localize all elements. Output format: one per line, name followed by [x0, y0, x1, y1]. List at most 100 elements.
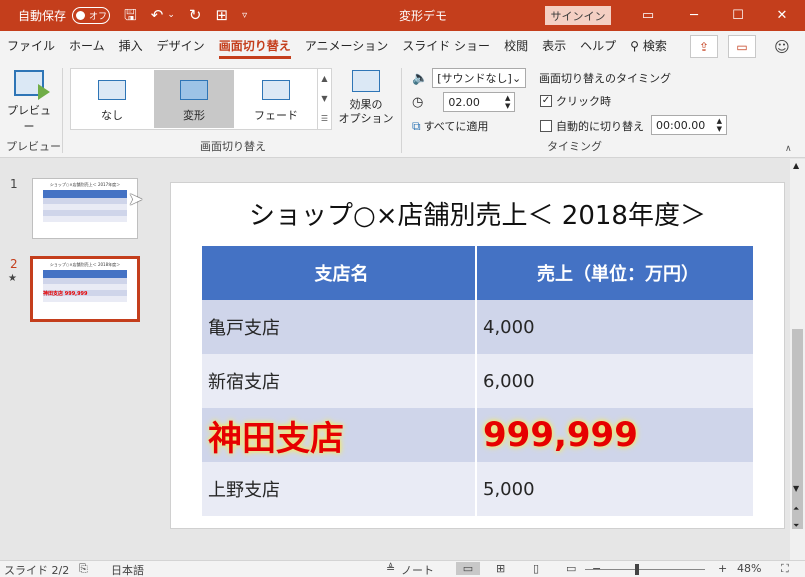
ribbon: プレビュー プレビュー なし 変形 フェード ▲ ▼ ☰ 効果の オプション 画…	[0, 62, 805, 158]
notes-icon[interactable]: ≜	[386, 562, 395, 575]
preview-group-label: プレビュー	[6, 140, 61, 153]
slide-number: 2	[10, 257, 18, 271]
duration-clock-icon: ◷	[412, 94, 424, 110]
table-header-row: 支店名 売上（単位：万円）	[202, 246, 753, 300]
apply-all-button[interactable]: ⧉ すべてに適用	[412, 118, 488, 134]
tab-search[interactable]: 検索	[641, 31, 674, 62]
scroll-down-icon[interactable]: ▼	[793, 484, 799, 493]
gallery-more-icon[interactable]: ☰	[317, 109, 331, 129]
preview-icon	[14, 70, 50, 100]
transition-fade-icon	[262, 80, 290, 100]
checkmark-icon: ✓	[540, 95, 552, 107]
status-bar: スライド 2/2 ⎘ 日本語 ≜ ノート ▭ ⊞ ▯ ▭ − + 48% ⛶	[0, 560, 805, 577]
table-row: 新宿支店 6,000	[202, 354, 753, 408]
maximize-icon[interactable]: ☐	[715, 0, 761, 31]
zoom-slider-track[interactable]	[585, 569, 705, 570]
title-bar: 自動保存 オフ 🖫 ↶ ⌄ ↻ ⊞ ▿ 変形デモ サインイン ▭ ─ ☐ ✕	[0, 0, 805, 31]
slide-thumbnail-1[interactable]: ショップ○×店舗別売上＜ 2017年度＞	[32, 178, 138, 239]
sales-table[interactable]: 支店名 売上（単位：万円） 亀戸支店 4,000 新宿支店 6,000 神田支店…	[202, 246, 753, 516]
sound-icon: 🔈	[412, 70, 429, 86]
autosave-label: 自動保存	[18, 9, 67, 23]
minimize-icon[interactable]: ─	[671, 0, 717, 31]
tab-design[interactable]: デザイン	[150, 31, 212, 62]
zoom-level[interactable]: 48%	[737, 562, 761, 575]
collapse-ribbon-icon[interactable]: ∧	[785, 144, 792, 154]
close-icon[interactable]: ✕	[759, 0, 805, 31]
save-icon[interactable]: 🖫	[124, 8, 137, 23]
timing-group-label: タイミング	[547, 140, 602, 153]
accessibility-icon[interactable]: ⎘	[79, 562, 88, 576]
gallery-scroll-up-icon[interactable]: ▲	[317, 69, 331, 89]
next-slide-icon[interactable]: ⏷	[793, 521, 799, 531]
duration-field[interactable]: 02.00 ▲ ▼	[443, 92, 516, 112]
transition-morph-icon	[180, 80, 208, 100]
ribbon-display-icon[interactable]: ▭	[625, 0, 671, 31]
signin-button[interactable]: サインイン	[545, 6, 611, 25]
zoom-slider-knob[interactable]	[635, 564, 639, 575]
fit-to-window-icon[interactable]: ⛶	[781, 562, 789, 576]
table-cell: 新宿支店	[202, 354, 477, 408]
scrollbar-thumb[interactable]	[792, 329, 803, 529]
table-row: 上野支店 5,000	[202, 462, 753, 516]
zoom-in-icon[interactable]: +	[718, 562, 727, 575]
tab-help[interactable]: ヘルプ	[573, 31, 623, 62]
transition-gallery: なし 変形 フェード ▲ ▼ ☰	[70, 68, 332, 130]
group-divider	[401, 68, 402, 153]
tab-file[interactable]: ファイル	[0, 31, 62, 62]
undo-icon[interactable]: ↶	[151, 8, 164, 23]
preview-button[interactable]: プレビュー	[4, 70, 54, 134]
autosave-toggle[interactable]: オフ	[72, 7, 111, 24]
slide-thumbnail-2[interactable]: ショップ○×店舗別売上＜ 2018年度＞ 神田支店 999,999	[30, 256, 140, 322]
tab-view[interactable]: 表示	[535, 31, 573, 62]
table-cell: 5,000	[483, 478, 535, 500]
transition-none[interactable]: なし	[72, 70, 152, 128]
feedback-smiley-icon[interactable]: ☺	[768, 35, 796, 58]
transition-fade[interactable]: フェード	[236, 70, 316, 128]
start-slideshow-icon[interactable]: ⊞	[216, 8, 229, 23]
customize-toolbar-icon[interactable]: ▿	[242, 10, 247, 21]
effect-options-icon	[352, 70, 380, 92]
normal-view-icon[interactable]: ▭	[456, 562, 480, 575]
language-indicator[interactable]: 日本語	[111, 562, 144, 577]
search-icon[interactable]: ⚲	[623, 31, 641, 62]
table-row: 亀戸支店 4,000	[202, 300, 753, 354]
on-click-checkbox[interactable]: ✓ クリック時	[540, 93, 611, 109]
effect-options-button[interactable]: 効果の オプション	[336, 68, 396, 126]
slide-canvas[interactable]: ショップ○×店舗別売上＜ 2018年度＞ 支店名 売上（単位：万円） 亀戸支店 …	[170, 182, 785, 529]
tab-transitions[interactable]: 画面切り替え	[212, 31, 298, 62]
chevron-down-icon: ⌄	[511, 71, 522, 85]
vertical-scrollbar[interactable]: ▲ ▼ ⏶ ⏷	[790, 159, 805, 560]
gallery-scroll-down-icon[interactable]: ▼	[317, 89, 331, 109]
reading-view-icon[interactable]: ▯	[533, 562, 539, 575]
transition-morph[interactable]: 変形	[154, 70, 234, 128]
comments-icon[interactable]: ▭	[728, 35, 756, 58]
tab-insert[interactable]: 挿入	[112, 31, 150, 62]
slide-title[interactable]: ショップ○×店舗別売上＜ 2018年度＞	[171, 195, 784, 232]
table-cell: 4,000	[483, 316, 535, 338]
tab-slideshow[interactable]: スライド ショー	[395, 31, 497, 62]
apply-all-icon: ⧉	[412, 118, 421, 133]
redo-icon[interactable]: ↻	[189, 8, 202, 23]
auto-advance-checkbox[interactable]: 自動的に切り替え	[540, 118, 644, 134]
tab-review[interactable]: 校閲	[497, 31, 535, 62]
table-header-cell: 売上（単位：万円）	[537, 264, 699, 285]
tab-animations[interactable]: アニメーション	[298, 31, 396, 62]
previous-slide-icon[interactable]: ⏶	[793, 504, 799, 514]
notes-button[interactable]: ノート	[401, 562, 434, 577]
slide-sorter-icon[interactable]: ⊞	[496, 562, 505, 575]
group-divider	[62, 68, 63, 153]
scroll-up-icon[interactable]: ▲	[793, 161, 799, 170]
document-title: 変形デモ	[399, 9, 448, 23]
ribbon-tabs: ファイル ホーム 挿入 デザイン 画面切り替え アニメーション スライド ショー…	[0, 31, 805, 62]
auto-advance-time-field[interactable]: 00:00.00 ▲ ▼	[651, 115, 727, 135]
transition-star-icon: ★	[8, 273, 17, 284]
table-cell: 999,999	[483, 415, 638, 455]
table-cell: 神田支店	[202, 408, 477, 462]
tab-home[interactable]: ホーム	[62, 31, 112, 62]
slide-position: スライド 2/2	[4, 564, 70, 577]
slideshow-view-icon[interactable]: ▭	[566, 562, 576, 575]
sound-select[interactable]: [サウンドなし] ⌄	[432, 68, 527, 88]
undo-dropdown-icon[interactable]: ⌄	[167, 11, 175, 20]
share-icon[interactable]: ⇪	[690, 35, 718, 58]
table-cell: 上野支店	[202, 462, 477, 516]
